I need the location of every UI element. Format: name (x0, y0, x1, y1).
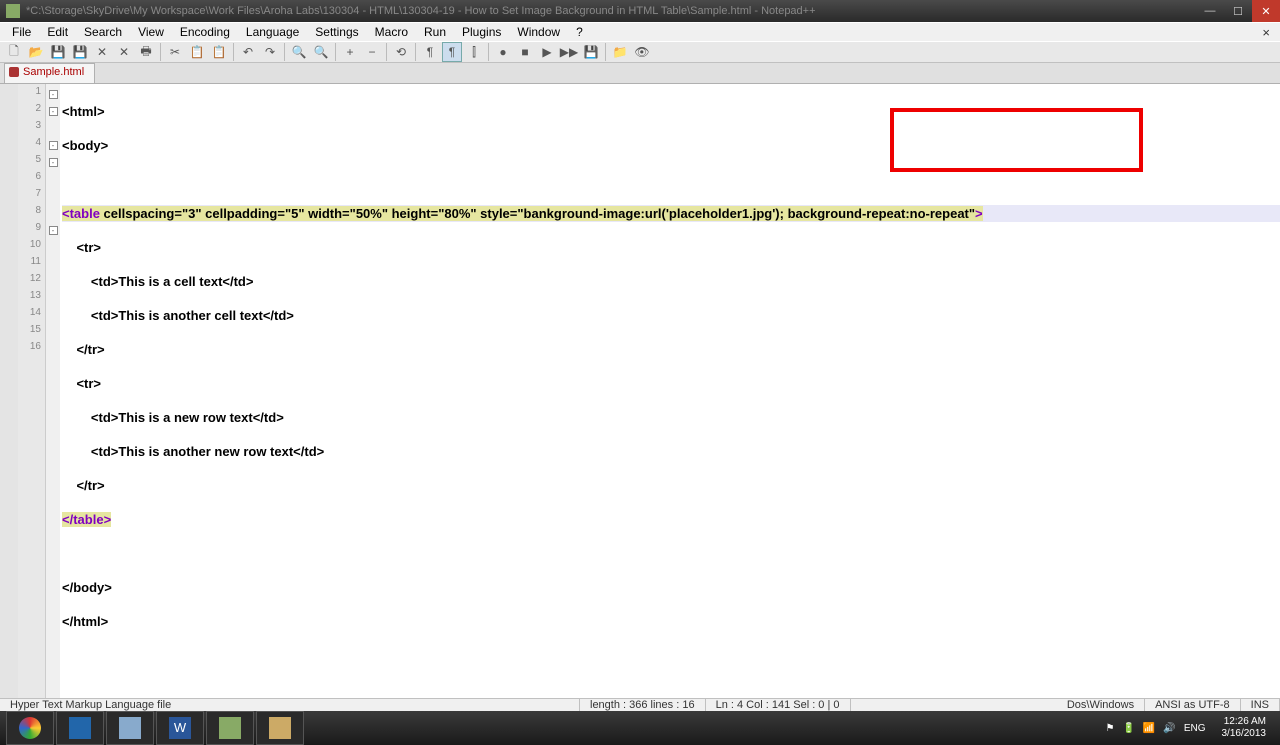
play-macro-button[interactable]: ▶ (537, 42, 557, 62)
cut-button[interactable]: ✂ (165, 42, 185, 62)
statusbar: Hyper Text Markup Language file length :… (0, 698, 1280, 711)
mdi-close-button[interactable]: × (1256, 25, 1276, 40)
new-file-button[interactable]: 🗋 (4, 42, 24, 62)
tab-bar: Sample.html (0, 63, 1280, 84)
chrome-icon[interactable] (6, 711, 54, 745)
indent-guide-button[interactable]: ⫿ (464, 42, 484, 62)
editor: 12345678 910111213141516 -- -- - <html> … (0, 84, 1280, 698)
word-icon[interactable]: W (156, 711, 204, 745)
paste-button[interactable]: 📋 (209, 42, 229, 62)
record-macro-button[interactable]: ● (493, 42, 513, 62)
menu-plugins[interactable]: Plugins (454, 23, 509, 41)
status-encoding[interactable]: ANSI as UTF-8 (1145, 699, 1241, 711)
fold-column[interactable]: -- -- - (46, 84, 60, 698)
status-eol[interactable]: Dos\Windows (1057, 699, 1145, 711)
app-window: *C:\Storage\SkyDrive\My Workspace\Work F… (0, 0, 1280, 720)
menu-search[interactable]: Search (76, 23, 130, 41)
pictures-icon[interactable] (106, 711, 154, 745)
wordwrap-button[interactable]: ¶ (420, 42, 440, 62)
menu-macro[interactable]: Macro (367, 23, 416, 41)
status-length: length : 366 lines : 16 (580, 699, 706, 711)
titlebar: *C:\Storage\SkyDrive\My Workspace\Work F… (0, 0, 1280, 22)
menu-run[interactable]: Run (416, 23, 454, 41)
close-button[interactable]: ✕ (1252, 0, 1280, 22)
network-icon[interactable]: 📶 (1143, 723, 1155, 734)
explorer-icon[interactable] (56, 711, 104, 745)
menu-edit[interactable]: Edit (39, 23, 76, 41)
save-macro-button[interactable]: 💾 (581, 42, 601, 62)
open-file-button[interactable]: 📂 (26, 42, 46, 62)
app-icon (6, 4, 20, 18)
notepadpp-icon[interactable] (206, 711, 254, 745)
save-button[interactable]: 💾 (48, 42, 68, 62)
status-position: Ln : 4 Col : 141 Sel : 0 | 0 (706, 699, 851, 711)
redo-button[interactable]: ↷ (260, 42, 280, 62)
window-title: *C:\Storage\SkyDrive\My Workspace\Work F… (26, 5, 1196, 17)
print-button[interactable]: 🖶 (136, 42, 156, 62)
menu-settings[interactable]: Settings (307, 23, 366, 41)
replace-button[interactable]: 🔍 (311, 42, 331, 62)
menu-encoding[interactable]: Encoding (172, 23, 238, 41)
stop-macro-button[interactable]: ■ (515, 42, 535, 62)
copy-button[interactable]: 📋 (187, 42, 207, 62)
folder-taskbar-icon[interactable] (256, 711, 304, 745)
menubar: File Edit Search View Encoding Language … (0, 22, 1280, 41)
menu-view[interactable]: View (130, 23, 172, 41)
flag-icon[interactable]: ⚑ (1106, 723, 1115, 734)
lang-indicator[interactable]: ENG (1184, 723, 1206, 734)
zoom-out-button[interactable]: − (362, 42, 382, 62)
play-multi-button[interactable]: ▶▶ (559, 42, 579, 62)
find-button[interactable]: 🔍 (289, 42, 309, 62)
marker-margin (0, 84, 18, 698)
save-all-button[interactable]: 💾 (70, 42, 90, 62)
taskbar: W ⚑ 🔋 📶 🔊 ENG 12:26 AM 3/16/2013 (0, 711, 1280, 745)
menu-help[interactable]: ? (568, 23, 591, 41)
close-all-button[interactable]: ✕ (114, 42, 134, 62)
status-insert-mode[interactable]: INS (1241, 699, 1280, 711)
volume-icon[interactable]: 🔊 (1163, 723, 1175, 734)
minimize-button[interactable]: — (1196, 0, 1224, 22)
status-filetype: Hyper Text Markup Language file (0, 699, 580, 711)
folder-button[interactable]: 📁 (610, 42, 630, 62)
monitor-button[interactable]: 👁 (632, 42, 652, 62)
power-icon[interactable]: 🔋 (1122, 723, 1134, 734)
maximize-button[interactable]: ☐ (1224, 0, 1252, 22)
close-file-button[interactable]: ✕ (92, 42, 112, 62)
undo-button[interactable]: ↶ (238, 42, 258, 62)
line-numbers: 12345678 910111213141516 (18, 84, 46, 698)
menu-window[interactable]: Window (509, 23, 568, 41)
toolbar: 🗋 📂 💾 💾 ✕ ✕ 🖶 ✂ 📋 📋 ↶ ↷ 🔍 🔍 + − ⟲ ¶ ¶ ⫿ … (0, 41, 1280, 63)
menu-language[interactable]: Language (238, 23, 307, 41)
code-area[interactable]: <html> <body> <table cellspacing="3" cel… (60, 84, 1280, 698)
menu-file[interactable]: File (4, 23, 39, 41)
zoom-in-button[interactable]: + (340, 42, 360, 62)
show-all-chars-button[interactable]: ¶ (442, 42, 462, 62)
sync-button[interactable]: ⟲ (391, 42, 411, 62)
file-tab[interactable]: Sample.html (4, 63, 95, 83)
